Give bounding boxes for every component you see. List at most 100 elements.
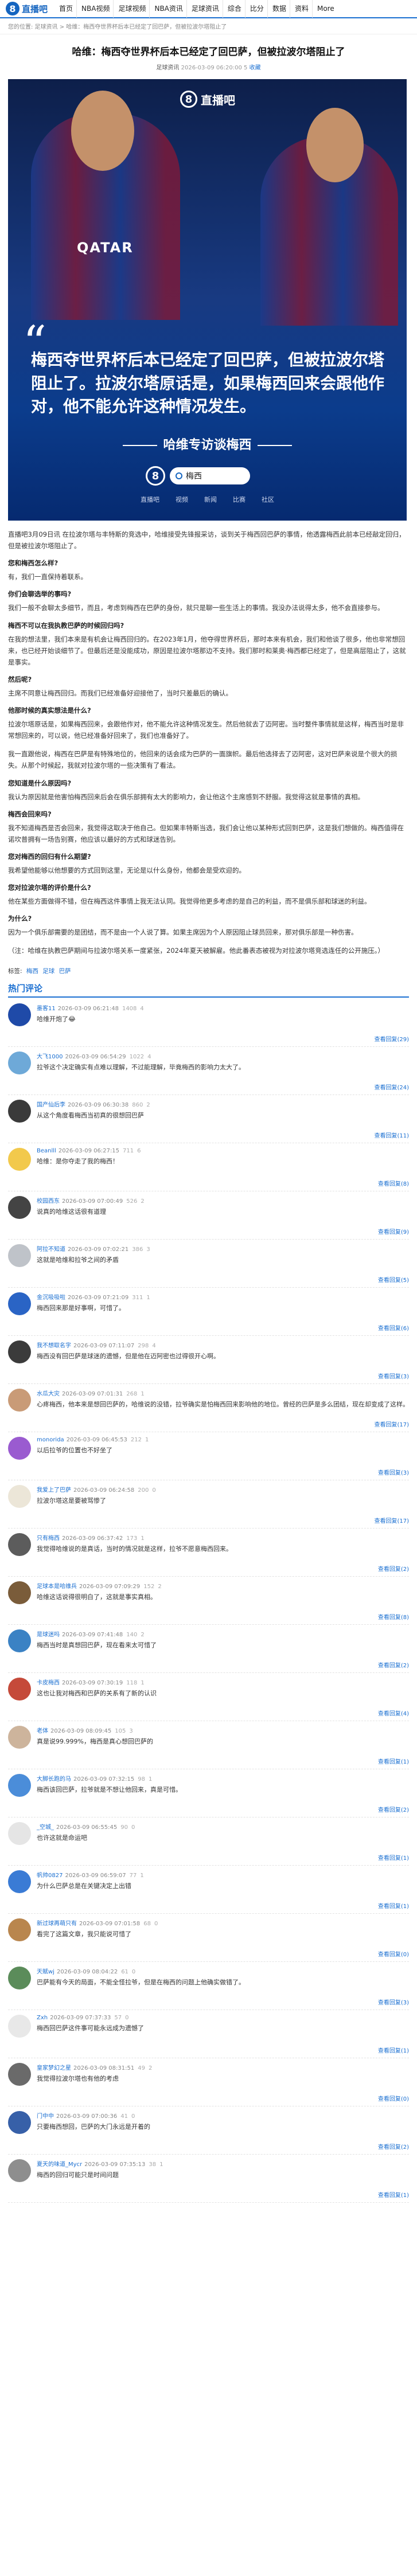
upvote-count[interactable]: 98 [138, 1776, 145, 1783]
favorite-link[interactable]: 收藏 [250, 65, 261, 71]
comment-user[interactable]: 阿拉不知道 [37, 1246, 65, 1253]
view-replies-link[interactable]: 查看回复(2) [378, 1564, 409, 1573]
view-replies-link[interactable]: 查看回复(3) [378, 1468, 409, 1476]
avatar[interactable] [8, 1437, 31, 1460]
comment-user[interactable]: 皇家梦幻之星 [37, 2065, 71, 2071]
avatar[interactable] [8, 1485, 31, 1508]
article-source[interactable]: 足球资讯 [156, 65, 179, 71]
comments-count[interactable]: 5 [244, 65, 247, 71]
view-replies-link[interactable]: 查看回复(1) [378, 1757, 409, 1765]
upvote-count[interactable]: 77 [130, 1873, 137, 1879]
comment-user[interactable]: 水瓜大灾 [37, 1391, 60, 1397]
nav-item[interactable]: 首页 [56, 0, 77, 18]
downvote-count[interactable]: 1 [141, 1535, 144, 1542]
upvote-count[interactable]: 1022 [130, 1054, 144, 1060]
upvote-count[interactable]: 68 [143, 1921, 151, 1927]
comment-user[interactable]: 我不想取名字 [37, 1343, 71, 1349]
comment-user[interactable]: 大飞1000 [37, 1054, 63, 1060]
downvote-count[interactable]: 4 [152, 1343, 155, 1349]
view-replies-link[interactable]: 查看回复(9) [378, 1227, 409, 1236]
avatar[interactable] [8, 2111, 31, 2135]
downvote-count[interactable]: 1 [141, 1680, 144, 1686]
nav-item[interactable]: 数据 [269, 0, 290, 18]
view-replies-link[interactable]: 查看回复(0) [378, 2094, 409, 2102]
avatar[interactable] [8, 1148, 31, 1171]
nav-item[interactable]: 综合 [224, 0, 245, 18]
upvote-count[interactable]: 140 [126, 1632, 137, 1638]
view-replies-link[interactable]: 查看回复(17) [374, 1420, 409, 1428]
downvote-count[interactable]: 0 [154, 1921, 158, 1927]
avatar[interactable] [8, 1629, 31, 1653]
view-replies-link[interactable]: 查看回复(4) [378, 1709, 409, 1717]
upvote-count[interactable]: 49 [138, 2065, 145, 2071]
avatar[interactable] [8, 1822, 31, 1846]
nav-item[interactable]: 足球视频 [115, 0, 150, 18]
comment-user[interactable]: 天赋wj [37, 1969, 54, 1975]
view-replies-link[interactable]: 查看回复(29) [374, 1034, 409, 1043]
upvote-count[interactable]: 173 [126, 1535, 137, 1542]
downvote-count[interactable]: 0 [125, 2015, 128, 2021]
avatar[interactable] [8, 1967, 31, 1990]
comment-user[interactable]: 门中中 [37, 2113, 54, 2120]
upvote-count[interactable]: 105 [115, 1728, 126, 1734]
downvote-count[interactable]: 3 [129, 1728, 132, 1734]
downvote-count[interactable]: 2 [149, 2065, 152, 2071]
downvote-count[interactable]: 2 [141, 1198, 144, 1205]
comment-user[interactable]: monorida [37, 1437, 64, 1443]
view-replies-link[interactable]: 查看回复(1) [378, 1853, 409, 1862]
downvote-count[interactable]: 2 [141, 1632, 144, 1638]
avatar[interactable] [8, 1918, 31, 1942]
upvote-count[interactable]: 200 [138, 1487, 149, 1494]
comment-user[interactable]: 大脚长跑的马 [37, 1776, 71, 1783]
view-replies-link[interactable]: 查看回复(6) [378, 1323, 409, 1332]
comment-user[interactable]: 是球迷吗 [37, 1632, 60, 1638]
avatar[interactable] [8, 1581, 31, 1605]
downvote-count[interactable]: 1 [149, 1776, 152, 1783]
comment-user[interactable]: 只有梅西 [37, 1535, 60, 1542]
avatar[interactable] [8, 1244, 31, 1268]
downvote-count[interactable]: 0 [152, 1487, 155, 1494]
downvote-count[interactable]: 0 [131, 1824, 135, 1831]
comment-user[interactable]: 帆帅0827 [37, 1873, 63, 1879]
comment-user[interactable]: 墨客11 [37, 1006, 56, 1012]
nav-item[interactable]: 资料 [291, 0, 313, 18]
avatar[interactable] [8, 1051, 31, 1075]
upvote-count[interactable]: 711 [123, 1148, 134, 1154]
view-replies-link[interactable]: 查看回复(24) [374, 1082, 409, 1091]
avatar[interactable] [8, 1870, 31, 1894]
upvote-count[interactable]: 212 [131, 1437, 142, 1443]
upvote-count[interactable]: 526 [126, 1198, 137, 1205]
nav-item[interactable]: 比分 [247, 0, 268, 18]
view-replies-link[interactable]: 查看回复(2) [378, 1660, 409, 1669]
view-replies-link[interactable]: 查看回复(0) [378, 1949, 409, 1958]
view-replies-link[interactable]: 查看回复(11) [374, 1131, 409, 1139]
upvote-count[interactable]: 1408 [122, 1006, 137, 1012]
comment-user[interactable]: 金沉吸吸啦 [37, 1295, 65, 1301]
upvote-count[interactable]: 41 [120, 2113, 128, 2120]
upvote-count[interactable]: 90 [120, 1824, 128, 1831]
downvote-count[interactable]: 4 [147, 1054, 151, 1060]
comment-user[interactable]: 国产仙后李 [37, 1102, 65, 1108]
upvote-count[interactable]: 38 [149, 2161, 156, 2168]
upvote-count[interactable]: 268 [126, 1391, 137, 1397]
view-replies-link[interactable]: 查看回复(1) [378, 2046, 409, 2054]
downvote-count[interactable]: 1 [145, 1437, 149, 1443]
downvote-count[interactable]: 1 [141, 1391, 144, 1397]
view-replies-link[interactable]: 查看回复(3) [378, 1371, 409, 1380]
view-replies-link[interactable]: 查看回复(8) [378, 1612, 409, 1621]
avatar[interactable] [8, 1340, 31, 1364]
avatar[interactable] [8, 1292, 31, 1316]
upvote-count[interactable]: 298 [138, 1343, 149, 1349]
nav-item[interactable]: NBA视频 [78, 0, 114, 18]
tag-link[interactable]: 足球 [42, 968, 54, 975]
site-logo[interactable]: 8 直播吧 [6, 2, 48, 15]
avatar[interactable] [8, 1196, 31, 1219]
avatar[interactable] [8, 1100, 31, 1123]
comment-user[interactable]: Beanlll [37, 1148, 56, 1154]
avatar[interactable] [8, 1726, 31, 1749]
nav-item[interactable]: NBA资讯 [151, 0, 187, 18]
view-replies-link[interactable]: 查看回复(8) [378, 1179, 409, 1187]
comment-user[interactable]: 卡皮梅西 [37, 1680, 60, 1686]
upvote-count[interactable]: 152 [143, 1584, 154, 1590]
downvote-count[interactable]: 6 [137, 1148, 141, 1154]
